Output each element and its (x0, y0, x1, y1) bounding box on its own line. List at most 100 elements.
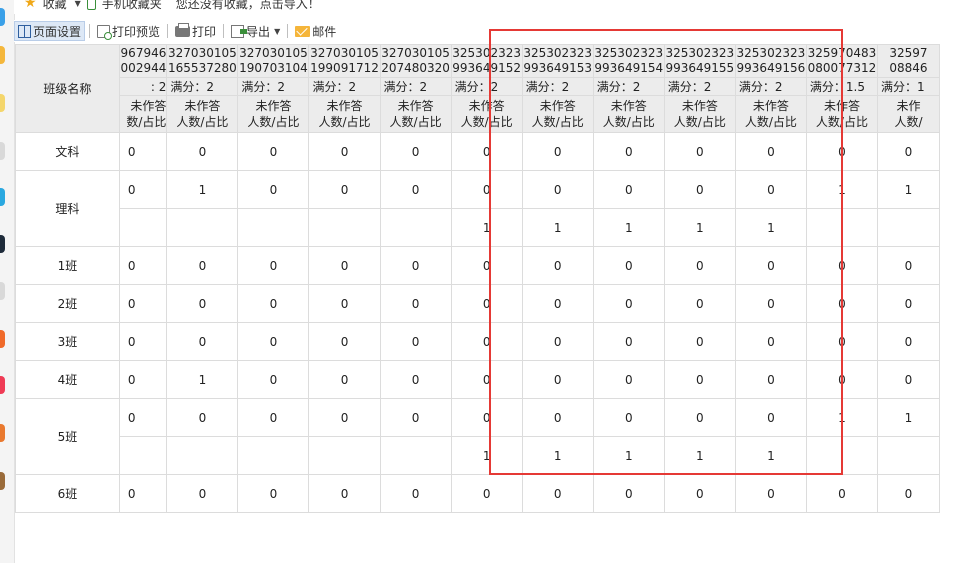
data-cell[interactable]: 1 (592, 208, 665, 247)
column-code-header[interactable]: 327030105 199091712 (308, 44, 381, 78)
data-cell[interactable]: 0 (118, 170, 168, 209)
data-cell[interactable]: 0 (521, 132, 594, 171)
data-cell[interactable]: 0 (118, 246, 168, 285)
page-setup-button[interactable]: 页面设置 (14, 21, 86, 41)
data-cell[interactable]: 0 (237, 284, 310, 323)
dock-app-icon[interactable] (0, 472, 5, 490)
data-cell[interactable]: 0 (663, 132, 736, 171)
data-cell[interactable]: 0 (450, 474, 523, 513)
column-code-header[interactable]: 327030105 190703104 (237, 44, 310, 78)
table-row[interactable]: 4班 0 1 0 0 0 0 0 0 0 0 0 0 (15, 360, 966, 399)
dock-app-icon[interactable] (0, 235, 5, 253)
data-cell[interactable] (237, 436, 310, 475)
data-cell[interactable]: 1 (592, 436, 665, 475)
data-cell[interactable]: 0 (663, 284, 736, 323)
column-code-header[interactable]: 325302323 993649154 (592, 44, 665, 78)
data-cell[interactable]: 0 (166, 322, 239, 361)
data-cell[interactable]: 1 (876, 398, 940, 437)
bookmarks-button[interactable]: 收藏 (43, 0, 67, 12)
data-cell[interactable]: 0 (592, 398, 665, 437)
data-cell[interactable]: 0 (166, 132, 239, 171)
data-cell[interactable]: 0 (379, 322, 452, 361)
data-cell[interactable]: 0 (450, 246, 523, 285)
data-cell[interactable]: 0 (521, 398, 594, 437)
data-cell[interactable]: 0 (379, 246, 452, 285)
data-cell[interactable]: 0 (734, 284, 807, 323)
chevron-down-icon[interactable]: ▼ (274, 27, 280, 36)
data-cell[interactable]: 0 (876, 284, 940, 323)
data-cell[interactable]: 0 (592, 170, 665, 209)
dock-app-icon[interactable] (0, 8, 5, 26)
data-cell[interactable]: 0 (118, 322, 168, 361)
data-cell[interactable]: 0 (592, 474, 665, 513)
data-cell[interactable]: 0 (118, 360, 168, 399)
data-cell[interactable]: 0 (308, 170, 381, 209)
data-cell[interactable]: 0 (237, 398, 310, 437)
data-cell[interactable]: 0 (805, 246, 878, 285)
data-cell[interactable]: 1 (521, 208, 594, 247)
data-cell[interactable]: 0 (663, 170, 736, 209)
data-cell[interactable]: 1 (805, 170, 878, 209)
column-code-header[interactable]: 327030105 207480320 (379, 44, 452, 78)
table-row[interactable]: 5班 0 0 0 0 0 0 0 0 0 0 1 1 (15, 398, 966, 475)
data-cell[interactable]: 0 (308, 398, 381, 437)
data-cell[interactable]: 0 (379, 474, 452, 513)
data-cell[interactable]: 0 (592, 132, 665, 171)
data-cell[interactable] (379, 436, 452, 475)
data-cell[interactable]: 0 (592, 322, 665, 361)
data-cell[interactable]: 0 (734, 132, 807, 171)
data-cell[interactable]: 0 (663, 322, 736, 361)
data-cell[interactable]: 0 (734, 246, 807, 285)
data-cell[interactable]: 0 (663, 398, 736, 437)
data-cell[interactable] (166, 436, 239, 475)
data-cell[interactable]: 0 (521, 322, 594, 361)
data-cell[interactable]: 0 (734, 398, 807, 437)
data-cell[interactable]: 0 (876, 246, 940, 285)
column-code-header[interactable]: 325302323 993649152 (450, 44, 523, 78)
data-cell[interactable]: 0 (166, 284, 239, 323)
data-cell[interactable]: 1 (734, 208, 807, 247)
data-cell[interactable]: 0 (379, 132, 452, 171)
data-cell[interactable]: 0 (237, 246, 310, 285)
data-cell[interactable]: 0 (521, 246, 594, 285)
data-cell[interactable]: 0 (118, 284, 168, 323)
data-cell[interactable]: 0 (237, 132, 310, 171)
data-cell[interactable]: 0 (592, 246, 665, 285)
data-cell[interactable]: 0 (663, 474, 736, 513)
table-row[interactable]: 1班 0 0 0 0 0 0 0 0 0 0 0 0 (15, 246, 966, 285)
data-cell[interactable]: 0 (379, 170, 452, 209)
data-cell[interactable]: 0 (237, 170, 310, 209)
data-cell[interactable]: 0 (805, 132, 878, 171)
data-cell[interactable]: 0 (805, 474, 878, 513)
data-cell[interactable]: 0 (734, 322, 807, 361)
data-cell[interactable]: 0 (876, 322, 940, 361)
data-cell[interactable]: 1 (663, 208, 736, 247)
data-cell[interactable] (805, 208, 878, 247)
data-cell[interactable]: 0 (876, 132, 940, 171)
star-icon[interactable]: ★ (24, 0, 37, 11)
data-cell[interactable]: 0 (450, 284, 523, 323)
column-code-header[interactable]: 327030105 165537280 (166, 44, 239, 78)
data-cell[interactable]: 0 (734, 170, 807, 209)
data-cell[interactable]: 1 (876, 170, 940, 209)
table-row[interactable]: 11111 (16, 208, 966, 247)
data-cell[interactable] (237, 208, 310, 247)
data-cell[interactable] (876, 208, 940, 247)
table-row[interactable]: 6班 0 0 0 0 0 0 0 0 0 0 0 0 (15, 474, 966, 513)
data-cell[interactable] (308, 436, 381, 475)
table-row[interactable]: 文科 0 0 0 0 0 0 0 0 0 0 0 0 (15, 132, 966, 171)
print-preview-button[interactable]: 打印预览 (94, 22, 163, 40)
data-cell[interactable]: 1 (450, 436, 523, 475)
data-cell[interactable]: 0 (876, 474, 940, 513)
data-cell[interactable]: 0 (379, 398, 452, 437)
table-row[interactable]: 2班 0 0 0 0 0 0 0 0 0 0 0 0 (15, 284, 966, 323)
mail-button[interactable]: 邮件 (292, 22, 339, 40)
column-code-header[interactable]: 325302323 993649156 (734, 44, 807, 78)
data-cell[interactable]: 0 (237, 474, 310, 513)
data-cell[interactable]: 0 (663, 360, 736, 399)
column-code-header[interactable]: 967946 002944 (118, 44, 168, 78)
data-cell[interactable]: 0 (308, 284, 381, 323)
data-cell[interactable]: 0 (308, 322, 381, 361)
data-cell[interactable] (876, 436, 940, 475)
data-cell[interactable]: 0 (237, 322, 310, 361)
